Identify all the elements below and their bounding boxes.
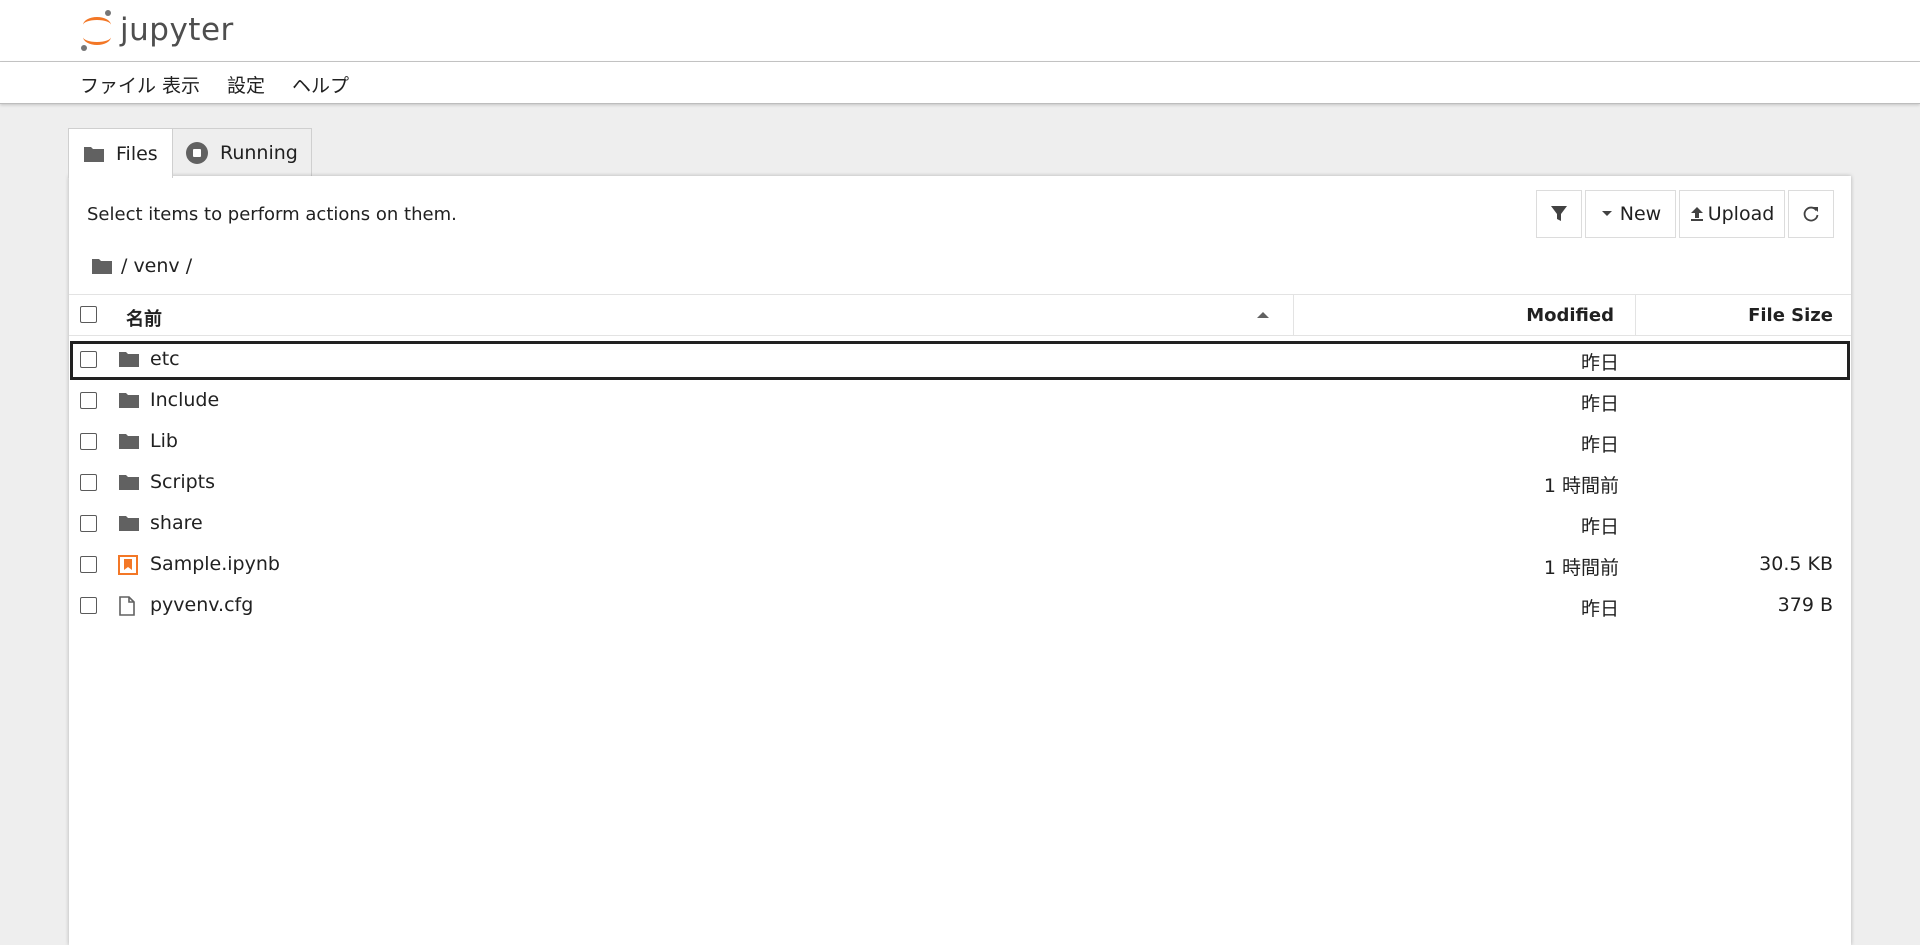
menu-help[interactable]: ヘルプ: [292, 71, 349, 98]
upload-icon: [1690, 207, 1703, 221]
table-row[interactable]: Include 昨日: [69, 381, 1851, 422]
sort-up-icon[interactable]: [1256, 311, 1270, 319]
table-row[interactable]: Sample.ipynb 1 時間前 30.5 KB: [69, 545, 1851, 586]
tab-running[interactable]: Running: [172, 128, 312, 176]
row-name[interactable]: Lib: [150, 430, 178, 452]
tab-running-label: Running: [220, 141, 298, 164]
row-checkbox[interactable]: [80, 556, 97, 573]
refresh-button[interactable]: [1788, 190, 1834, 238]
table-row[interactable]: share 昨日: [69, 504, 1851, 545]
folder-icon: [119, 352, 139, 367]
row-checkbox[interactable]: [80, 515, 97, 532]
folder-icon[interactable]: [91, 257, 113, 275]
refresh-icon: [1803, 206, 1819, 222]
column-divider[interactable]: [1293, 295, 1294, 336]
select-all-checkbox[interactable]: [80, 306, 97, 323]
table-header: 名前 Modified File Size: [69, 294, 1851, 336]
breadcrumb: / venv /: [91, 255, 192, 277]
row-modified: 昨日: [1580, 393, 1619, 415]
menu-settings[interactable]: 設定: [227, 71, 265, 98]
file-browser-panel: Select items to perform actions on them.…: [69, 176, 1851, 945]
column-header-name[interactable]: 名前: [126, 305, 162, 331]
caret-down-icon: [1601, 211, 1612, 216]
filter-icon: [1551, 206, 1567, 221]
table-row[interactable]: Scripts 1 時間前: [69, 463, 1851, 504]
folder-icon: [119, 393, 139, 408]
breadcrumb-path[interactable]: / venv /: [121, 255, 192, 277]
row-name[interactable]: Scripts: [150, 471, 215, 493]
row-modified: 昨日: [1580, 516, 1619, 538]
row-name[interactable]: etc: [150, 348, 180, 370]
row-checkbox[interactable]: [80, 433, 97, 450]
row-checkbox[interactable]: [80, 351, 97, 368]
new-button[interactable]: New: [1585, 190, 1676, 238]
menu-file[interactable]: ファイル: [80, 71, 156, 98]
row-name[interactable]: Sample.ipynb: [150, 553, 280, 575]
new-button-label: New: [1619, 203, 1662, 225]
row-size: 379 B: [1777, 594, 1833, 616]
menu-bar: ファイル 表示 設定 ヘルプ: [0, 62, 1920, 104]
jupyter-logo[interactable]: jupyter: [78, 8, 234, 52]
row-modified: 昨日: [1580, 352, 1619, 374]
column-divider[interactable]: [1635, 295, 1636, 336]
column-header-file-size[interactable]: File Size: [1748, 305, 1833, 326]
row-modified: 昨日: [1580, 598, 1619, 620]
filter-button[interactable]: [1536, 190, 1582, 238]
row-checkbox[interactable]: [80, 597, 97, 614]
stop-circle-icon: [186, 141, 208, 164]
row-modified: 1 時間前: [1543, 475, 1619, 497]
tab-files[interactable]: Files: [68, 128, 173, 178]
row-modified: 1 時間前: [1543, 557, 1619, 579]
upload-button[interactable]: Upload: [1679, 190, 1785, 238]
file-icon: [119, 596, 135, 616]
tab-files-label: Files: [116, 142, 158, 165]
table-row[interactable]: pyvenv.cfg 昨日 379 B: [69, 586, 1851, 627]
row-modified: 昨日: [1580, 434, 1619, 456]
logo-text: jupyter: [120, 12, 234, 48]
folder-icon: [119, 475, 139, 490]
table-row[interactable]: Lib 昨日: [69, 422, 1851, 463]
folder-icon: [119, 516, 139, 531]
row-checkbox[interactable]: [80, 392, 97, 409]
top-bar: jupyter: [0, 0, 1920, 62]
folder-icon: [84, 146, 104, 162]
notebook-icon: [118, 555, 138, 575]
row-size: 30.5 KB: [1759, 553, 1833, 575]
upload-button-label: Upload: [1707, 203, 1775, 225]
row-name[interactable]: pyvenv.cfg: [150, 594, 253, 616]
row-checkbox[interactable]: [80, 474, 97, 491]
folder-icon: [119, 434, 139, 449]
jupyter-logo-icon: [78, 8, 116, 52]
row-name[interactable]: share: [150, 512, 203, 534]
row-name[interactable]: Include: [150, 389, 219, 411]
selection-hint: Select items to perform actions on them.: [87, 204, 457, 225]
menu-view[interactable]: 表示: [162, 71, 200, 98]
column-header-modified[interactable]: Modified: [1526, 305, 1614, 326]
table-row[interactable]: etc 昨日: [69, 340, 1851, 381]
